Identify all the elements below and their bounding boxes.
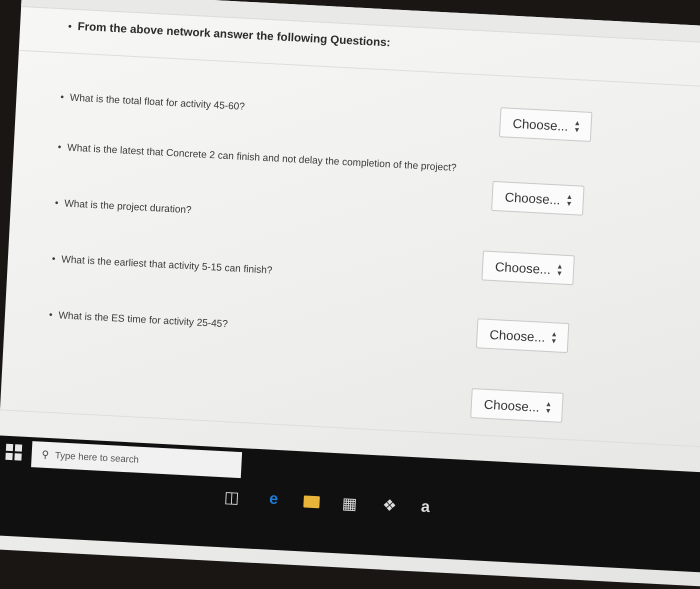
answer-select-5[interactable]: Choose... ▲ ▼	[470, 388, 564, 423]
question-2: • What is the latest that Concrete 2 can …	[58, 142, 457, 174]
select-value: Choose...	[483, 396, 540, 415]
question-text: What is the total float for activity 45-…	[69, 92, 246, 113]
select-arrows-icon: ▲ ▼	[565, 193, 574, 209]
answer-select-2[interactable]: Choose... ▲ ▼	[491, 180, 585, 216]
select-value: Choose...	[494, 258, 552, 277]
browser-screen: • From the above network answer the follo…	[0, 0, 700, 587]
select-value: Choose...	[512, 115, 569, 134]
answer-select-3[interactable]: Choose... ▲ ▼	[481, 250, 575, 286]
bullet: •	[67, 21, 72, 33]
taskbar-search-box[interactable]: ⚲ Type here to search	[31, 441, 243, 479]
amazon-icon[interactable]: a	[415, 497, 436, 518]
search-icon: ⚲	[41, 449, 50, 461]
select-value: Choose...	[489, 326, 546, 345]
question-text: What is the latest that Concrete 2 can f…	[67, 142, 457, 174]
search-placeholder: Type here to search	[54, 449, 140, 466]
select-value: Choose...	[504, 189, 561, 207]
question-5: • What is the ES time for activity 25-45?	[49, 310, 228, 330]
bullet: •	[57, 142, 62, 154]
bullet: •	[51, 253, 56, 266]
task-view-icon[interactable]: ◫	[221, 487, 242, 508]
instructions-text: From the above network answer the follow…	[77, 20, 391, 50]
file-explorer-icon[interactable]	[301, 491, 322, 512]
instructions-heading: • From the above network answer the follo…	[68, 20, 391, 49]
bullet: •	[48, 309, 53, 322]
edge-icon[interactable]: e	[263, 489, 284, 510]
question-1: • What is the total float for activity 45…	[60, 92, 245, 113]
question-text: What is the ES time for activity 25-45?	[58, 310, 229, 331]
dropbox-icon[interactable]: ❖	[379, 495, 400, 516]
select-arrows-icon: ▲ ▼	[544, 400, 553, 416]
select-arrows-icon: ▲ ▼	[550, 331, 558, 346]
select-arrows-icon: ▲ ▼	[555, 263, 564, 278]
bullet: •	[54, 198, 59, 210]
section-divider	[18, 49, 700, 89]
question-4: • What is the earliest that activity 5-15…	[52, 254, 273, 277]
select-arrows-icon: ▲ ▼	[573, 120, 581, 135]
bullet: •	[60, 92, 65, 104]
question-text: What is the project duration?	[64, 198, 192, 217]
windows-icon[interactable]	[5, 443, 23, 461]
question-text: What is the earliest that activity 5-15 …	[61, 254, 273, 277]
store-icon[interactable]: ▦	[339, 493, 360, 514]
windows-taskbar: ⚲ Type here to search ◫ e ▦ ❖ a	[0, 435, 700, 576]
answer-select-4[interactable]: Choose... ▲ ▼	[475, 318, 570, 354]
answer-select-1[interactable]: Choose... ▲ ▼	[498, 107, 593, 142]
question-3: • What is the project duration?	[55, 198, 192, 216]
